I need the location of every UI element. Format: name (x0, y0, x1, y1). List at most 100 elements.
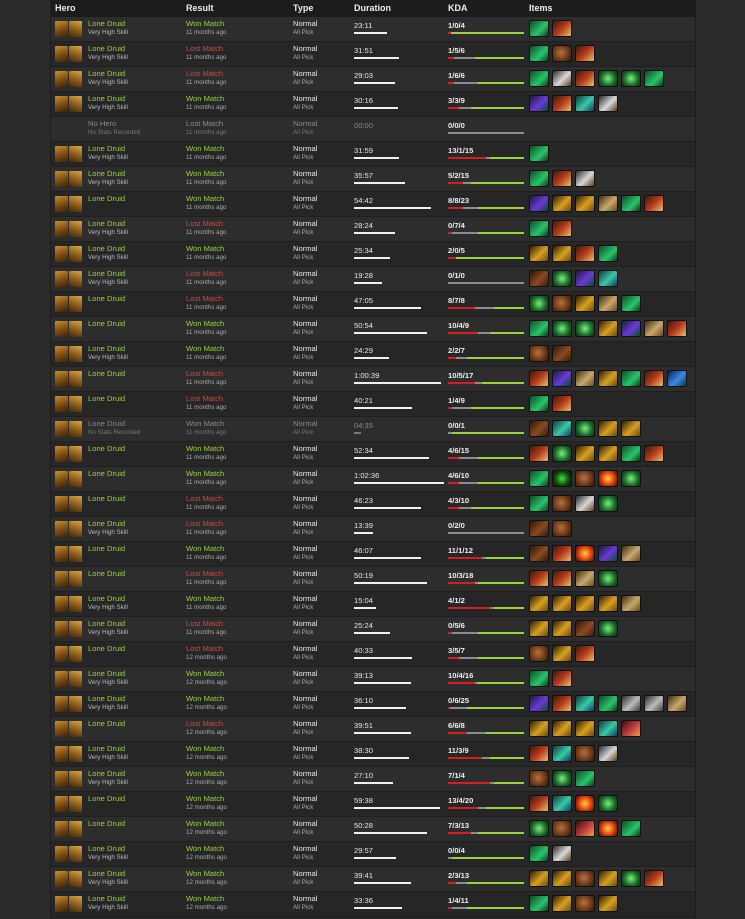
gem-item-icon[interactable] (552, 795, 572, 812)
boots-item-icon[interactable] (621, 820, 641, 837)
boots-item-icon[interactable] (621, 195, 641, 212)
match-row[interactable]: Lone Druid Very High Skill Lost Match 11 mo… (51, 617, 695, 642)
scroll-item-icon[interactable] (598, 195, 618, 212)
fire-item-icon[interactable] (575, 545, 595, 562)
gem-item-icon[interactable] (575, 695, 595, 712)
match-row[interactable]: Lone Druid Very High Skill Won Match 12 mon… (51, 692, 695, 717)
boots-item-icon[interactable] (529, 70, 549, 87)
boots-item-icon[interactable] (529, 320, 549, 337)
hero-name[interactable]: Lone Druid (88, 20, 125, 28)
axe-item-icon[interactable] (575, 495, 595, 512)
hero-portrait-icon[interactable] (55, 671, 68, 687)
orb-item-icon[interactable] (575, 320, 595, 337)
roots-item-icon[interactable] (552, 670, 572, 687)
gem-item-icon[interactable] (575, 95, 595, 112)
fire-item-icon[interactable] (598, 470, 618, 487)
match-row[interactable]: Lone Druid Very High Skill Won Match 11 mon… (51, 242, 695, 267)
staff-item-icon[interactable] (529, 695, 549, 712)
match-result[interactable]: Won Match (186, 795, 224, 803)
match-row[interactable]: Lone Druid Won Match 11 months ago Normal Al… (51, 542, 695, 567)
claw-item-icon[interactable] (529, 720, 549, 737)
match-row[interactable]: Lone Druid Very High Skill Won Match 11 mon… (51, 592, 695, 617)
boot2-item-icon[interactable] (552, 345, 572, 362)
claw-item-icon[interactable] (552, 870, 572, 887)
orb-item-icon[interactable] (529, 820, 549, 837)
hero-name[interactable]: Lone Druid (88, 520, 125, 528)
hero-name[interactable]: Lone Druid (88, 145, 125, 153)
match-result[interactable]: Won Match (186, 545, 224, 553)
match-result[interactable]: Lost Match (186, 70, 223, 78)
hero-name[interactable]: Lone Druid (88, 720, 125, 728)
ball-item-icon[interactable] (529, 770, 549, 787)
boots-item-icon[interactable] (529, 145, 549, 162)
match-row[interactable]: Lone Druid Very High Skill Won Match 11 mon… (51, 342, 695, 367)
roots-item-icon[interactable] (552, 570, 572, 587)
boots-item-icon[interactable] (529, 495, 549, 512)
claw-item-icon[interactable] (552, 245, 572, 262)
staff-item-icon[interactable] (552, 370, 572, 387)
header-items[interactable]: Items (529, 3, 553, 13)
hero-name[interactable]: Lone Druid (88, 620, 125, 628)
hero-portrait-icon[interactable] (55, 46, 68, 62)
roots-item-icon[interactable] (575, 245, 595, 262)
hero-portrait-icon[interactable] (55, 146, 68, 162)
orb-item-icon[interactable] (552, 270, 572, 287)
match-row[interactable]: Lone Druid Very High Skill Won Match 12 mon… (51, 892, 695, 917)
boots-item-icon[interactable] (529, 470, 549, 487)
ball-item-icon[interactable] (529, 345, 549, 362)
claw-item-icon[interactable] (621, 420, 641, 437)
gem-item-icon[interactable] (598, 720, 618, 737)
orb-item-icon[interactable] (598, 70, 618, 87)
roots-item-icon[interactable] (552, 395, 572, 412)
match-result[interactable]: Lost Match (186, 45, 223, 53)
claw-item-icon[interactable] (529, 245, 549, 262)
roots-item-icon[interactable] (575, 645, 595, 662)
boots-item-icon[interactable] (598, 245, 618, 262)
hero-name[interactable]: Lone Druid (88, 195, 125, 203)
match-result[interactable]: Won Match (186, 145, 224, 153)
match-result[interactable]: Won Match (186, 320, 224, 328)
claw-item-icon[interactable] (552, 645, 572, 662)
match-result[interactable]: Lost Match (186, 270, 223, 278)
hero-portrait-icon[interactable] (55, 221, 68, 237)
boots-item-icon[interactable] (644, 70, 664, 87)
ball-item-icon[interactable] (575, 470, 595, 487)
hero-name[interactable]: Lone Druid (88, 95, 125, 103)
claw-item-icon[interactable] (552, 620, 572, 637)
match-result[interactable]: Lost Match (186, 720, 223, 728)
roots-item-icon[interactable] (575, 45, 595, 62)
hero-name[interactable]: Lone Druid (88, 395, 125, 403)
axe-item-icon[interactable] (598, 745, 618, 762)
staff-item-icon[interactable] (529, 95, 549, 112)
match-row[interactable]: Lone Druid Very High Skill Won Match 12 mon… (51, 742, 695, 767)
boot2-item-icon[interactable] (529, 545, 549, 562)
boot2-item-icon[interactable] (529, 420, 549, 437)
claw-item-icon[interactable] (598, 445, 618, 462)
hero-name[interactable]: Lone Druid (88, 170, 125, 178)
orb-item-icon[interactable] (598, 620, 618, 637)
hero-name[interactable]: Lone Druid (88, 495, 125, 503)
ball-item-icon[interactable] (552, 45, 572, 62)
claw-item-icon[interactable] (575, 720, 595, 737)
hero-portrait-icon[interactable] (55, 846, 68, 862)
hero-portrait-icon[interactable] (55, 546, 68, 562)
hero-portrait-icon[interactable] (55, 196, 68, 212)
hero-name[interactable]: Lone Druid (88, 370, 125, 378)
match-row[interactable]: Lone Druid Very High Skill Won Match 12 mon… (51, 667, 695, 692)
roots-item-icon[interactable] (644, 870, 664, 887)
hero-portrait-icon[interactable] (55, 296, 68, 312)
match-row[interactable]: Lone Druid Won Match 11 months ago Normal Al… (51, 192, 695, 217)
claw-item-icon[interactable] (575, 195, 595, 212)
staff-item-icon[interactable] (621, 320, 641, 337)
boots-item-icon[interactable] (529, 45, 549, 62)
hero-name[interactable]: Lone Druid (88, 895, 125, 903)
fire-item-icon[interactable] (598, 820, 618, 837)
match-row[interactable]: No Hero No Stats Recorded Lost Match 11 mon… (51, 117, 695, 142)
match-result[interactable]: Lost Match (186, 645, 223, 653)
gem-item-icon[interactable] (552, 745, 572, 762)
match-row[interactable]: Lone Druid Very High Skill Lost Match 11 mo… (51, 267, 695, 292)
claw-item-icon[interactable] (598, 870, 618, 887)
orb-item-icon[interactable] (598, 795, 618, 812)
hero-name[interactable]: Lone Druid (88, 745, 125, 753)
match-result[interactable]: Lost Match (186, 620, 223, 628)
